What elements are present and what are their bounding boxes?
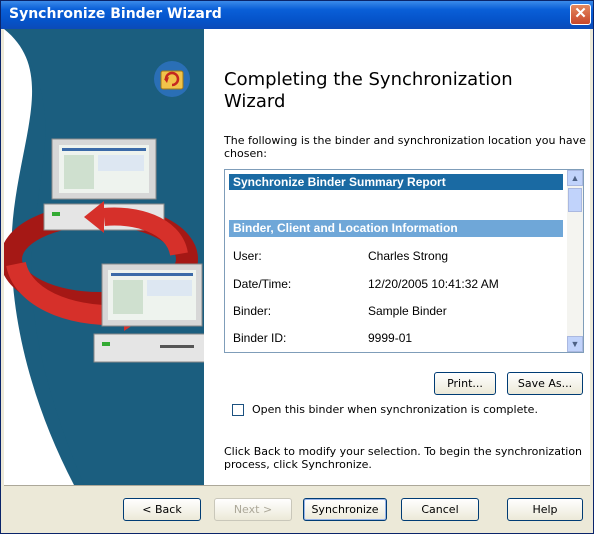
scroll-up-button[interactable]: ▲: [567, 170, 583, 186]
scroll-down-button[interactable]: ▼: [567, 336, 583, 352]
close-icon: ✕: [574, 5, 587, 22]
computer-bottom-icon: [93, 263, 204, 363]
summary-report[interactable]: Synchronize Binder Summary Report Binder…: [224, 169, 584, 353]
instruction-text: Click Back to modify your selection. To …: [224, 445, 583, 471]
open-binder-checkbox[interactable]: [232, 404, 244, 416]
row-label: User:: [233, 249, 262, 263]
print-button[interactable]: Print...: [434, 372, 496, 395]
help-button[interactable]: Help: [507, 498, 583, 521]
scroll-thumb[interactable]: [568, 188, 582, 212]
save-as-button[interactable]: Save As...: [507, 372, 583, 395]
window-title: Synchronize Binder Wizard: [9, 6, 222, 22]
report-title: Synchronize Binder Summary Report: [229, 174, 563, 190]
next-button[interactable]: Next >: [214, 498, 292, 521]
row-label: Date/Time:: [233, 277, 292, 291]
cancel-button[interactable]: Cancel: [401, 498, 479, 521]
row-value: Charles Strong: [368, 249, 449, 263]
title-bar[interactable]: Synchronize Binder Wizard ✕: [1, 1, 593, 29]
wizard-window: Synchronize Binder Wizard ✕ Completing t…: [0, 0, 594, 534]
report-content: Synchronize Binder Summary Report Binder…: [225, 170, 567, 352]
wizard-content: Completing the Synchronization Wizard Th…: [4, 29, 590, 485]
chevron-down-icon: ▼: [570, 339, 580, 349]
intro-text: The following is the binder and synchron…: [224, 134, 586, 160]
sync-folder-icon: [154, 61, 190, 97]
row-label: Binder:: [233, 304, 272, 318]
report-section-header: Binder, Client and Location Information: [229, 220, 563, 237]
page-title: Completing the Synchronization Wizard: [224, 69, 513, 112]
row-label: Binder ID:: [233, 331, 287, 345]
synchronize-button[interactable]: Synchronize: [303, 498, 387, 521]
back-button[interactable]: < Back: [123, 498, 201, 521]
open-binder-checkbox-label[interactable]: Open this binder when synchronization is…: [252, 403, 538, 416]
row-value: 9999-01: [368, 331, 413, 345]
chevron-up-icon: ▲: [570, 173, 580, 183]
report-scrollbar[interactable]: ▲ ▼: [567, 170, 583, 352]
row-value: Sample Binder: [368, 304, 447, 318]
wizard-footer: < Back Next > Synchronize Cancel Help: [4, 485, 590, 533]
row-value: 12/20/2005 10:41:32 AM: [368, 277, 499, 291]
close-button[interactable]: ✕: [570, 4, 591, 25]
